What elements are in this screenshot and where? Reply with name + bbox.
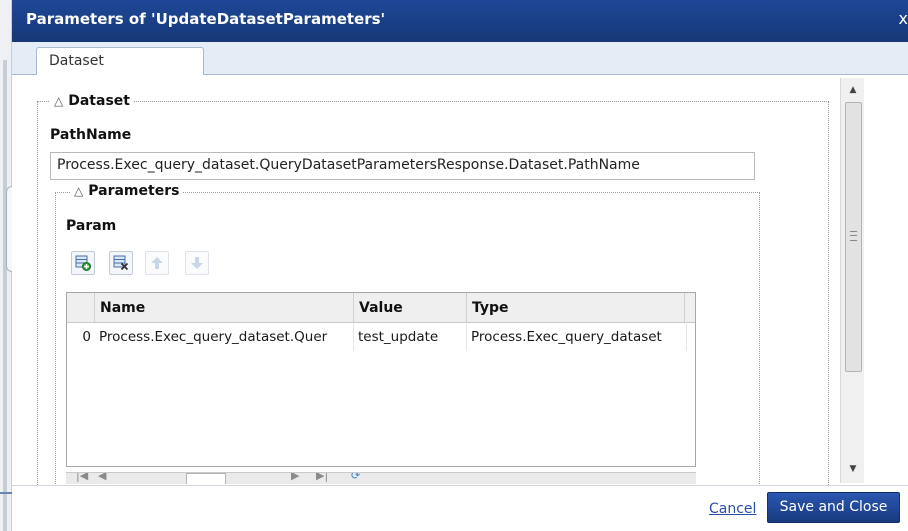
save-and-close-button[interactable]: Save and Close — [767, 492, 900, 523]
move-down-button[interactable] — [185, 251, 209, 275]
column-header-type[interactable]: Type — [467, 293, 685, 322]
cell-name[interactable]: Process.Exec_query_dataset.Quer — [95, 324, 354, 351]
row-number-header — [67, 293, 95, 322]
move-up-icon — [151, 257, 163, 269]
cell-value[interactable]: test_update — [354, 324, 467, 351]
dialog-title: Parameters of 'UpdateDatasetParameters' — [26, 10, 386, 28]
grid-header: Name Value Type — [67, 293, 695, 323]
scroll-up-icon[interactable]: ▲ — [841, 82, 865, 98]
next-page-icon[interactable]: ▶ — [291, 473, 299, 482]
tab-strip: Dataset — [12, 42, 908, 76]
add-row-icon — [75, 255, 91, 271]
row-index: 0 — [82, 329, 91, 345]
dataset-legend: Dataset — [68, 93, 130, 109]
param-label: Param — [66, 218, 117, 234]
column-header-name[interactable]: Name — [95, 293, 354, 322]
add-row-button[interactable] — [71, 251, 95, 275]
prev-page-icon[interactable]: ◀ — [98, 473, 106, 482]
cancel-link[interactable]: Cancel — [709, 501, 756, 517]
scroll-down-icon[interactable]: ▼ — [841, 461, 865, 477]
cell-type[interactable]: Process.Exec_query_dataset — [467, 324, 687, 351]
page-number-input[interactable] — [186, 473, 226, 484]
move-up-button[interactable] — [145, 251, 169, 275]
tab-dataset[interactable]: Dataset — [36, 47, 204, 76]
pathname-label: PathName — [50, 127, 132, 143]
delete-row-button[interactable] — [109, 251, 133, 275]
background-window-edge — [0, 0, 14, 531]
param-grid: Name Value Type 0 Process.Exec_query_dat… — [66, 292, 696, 467]
table-row[interactable]: 0 Process.Exec_query_dataset.Quer test_u… — [67, 324, 695, 351]
collapse-icon[interactable]: △ — [74, 184, 83, 198]
grid-pager: |◀ ◀ ▶ ▶| ⟳ — [66, 472, 696, 484]
move-down-icon — [191, 257, 203, 269]
parameters-section-header[interactable]: △ Parameters — [70, 183, 184, 199]
scrollbar-thumb[interactable] — [845, 102, 862, 372]
pathname-input[interactable]: Process.Exec_query_dataset.QueryDatasetP… — [50, 152, 755, 180]
vertical-scrollbar[interactable]: ▲ ▼ — [840, 78, 864, 483]
scrollbar-grip-icon — [850, 231, 857, 241]
dataset-section-header[interactable]: △ Dataset — [50, 93, 134, 109]
column-header-value[interactable]: Value — [354, 293, 467, 322]
first-page-icon[interactable]: |◀ — [76, 473, 88, 482]
background-divider — [0, 492, 12, 494]
delete-row-icon — [113, 255, 129, 271]
last-page-icon[interactable]: ▶| — [316, 473, 328, 482]
parameters-legend: Parameters — [88, 183, 180, 199]
background-panel-bar — [3, 60, 7, 531]
refresh-icon[interactable]: ⟳ — [351, 473, 360, 482]
dialog-title-bar: Parameters of 'UpdateDatasetParameters' … — [12, 0, 908, 42]
collapse-icon[interactable]: △ — [54, 94, 63, 108]
close-icon[interactable]: x — [899, 9, 908, 28]
